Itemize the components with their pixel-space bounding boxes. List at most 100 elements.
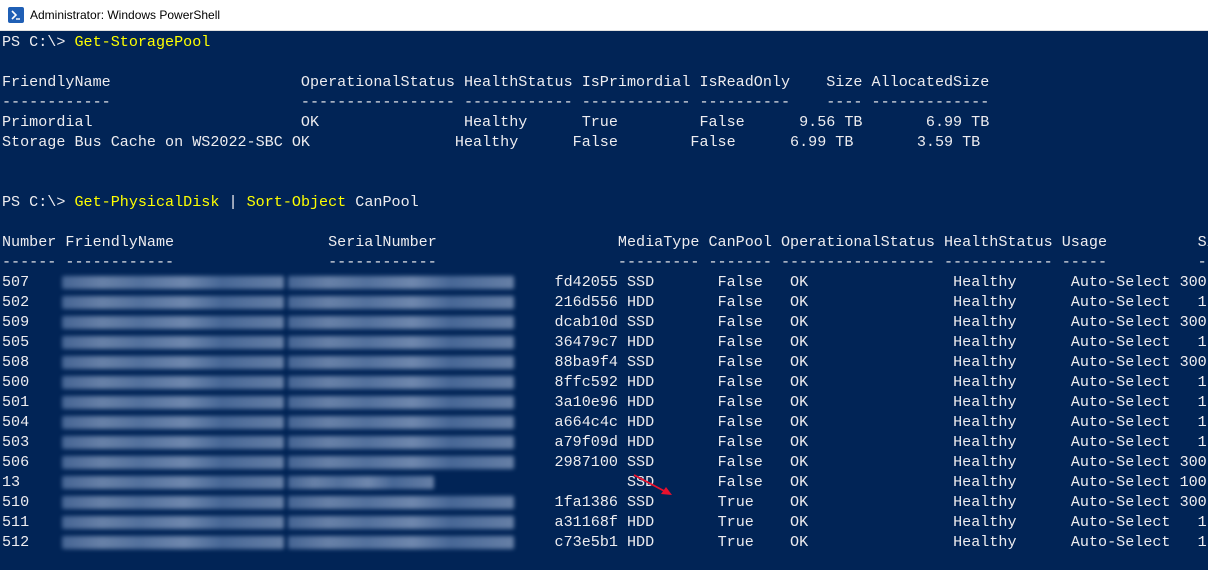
can-pool: True <box>717 493 791 511</box>
redacted-serial-number <box>288 476 434 489</box>
red-arrow-annotation <box>633 474 672 495</box>
operational-status: OK <box>790 453 954 471</box>
size: 300 GB <box>1179 453 1207 471</box>
disk-number: 502 <box>2 293 66 311</box>
usage: Auto-Select <box>1070 433 1180 451</box>
usage: Auto-Select <box>1070 333 1180 351</box>
health-status: Healthy <box>953 453 1071 471</box>
operational-status: OK <box>790 493 954 511</box>
redacted-friendly-name <box>62 496 284 509</box>
can-pool: False <box>717 333 791 351</box>
redacted-serial-number <box>288 436 514 449</box>
health-status: Healthy <box>953 333 1071 351</box>
disk-number: 508 <box>2 353 66 371</box>
redacted-friendly-name <box>62 336 284 349</box>
operational-status: OK <box>790 393 954 411</box>
redacted-friendly-name <box>62 316 284 329</box>
size: 1 TB <box>1197 393 1207 411</box>
redacted-serial-number <box>288 356 514 369</box>
redacted-friendly-name <box>62 476 284 489</box>
media-type: HDD <box>627 413 718 431</box>
redacted-friendly-name <box>62 456 284 469</box>
media-type: HDD <box>627 293 718 311</box>
usage: Auto-Select <box>1070 473 1180 491</box>
health-status: Healthy <box>953 533 1071 551</box>
can-pool: False <box>717 313 791 331</box>
can-pool: False <box>717 433 791 451</box>
size: 1 TB <box>1197 373 1207 391</box>
size: 300 GB <box>1179 353 1207 371</box>
media-type: HDD <box>627 373 718 391</box>
size: 1 TB <box>1197 413 1207 431</box>
powershell-icon <box>8 7 24 23</box>
usage: Auto-Select <box>1070 453 1180 471</box>
prompt-line-1: PS C:\> Get-StoragePool <box>2 32 210 52</box>
disk-number: 501 <box>2 393 66 411</box>
redacted-serial-number <box>288 276 514 289</box>
redacted-friendly-name <box>62 296 284 309</box>
pool-table-row: Primordial OK Healthy True False 9.56 TB… <box>2 113 990 131</box>
can-pool: False <box>717 393 791 411</box>
health-status: Healthy <box>953 273 1071 291</box>
redacted-friendly-name <box>62 416 284 429</box>
can-pool: False <box>717 353 791 371</box>
media-type: HDD <box>627 533 718 551</box>
disk-number: 503 <box>2 433 66 451</box>
operational-status: OK <box>790 513 954 531</box>
size: 100 GB <box>1179 473 1207 491</box>
can-pool: False <box>717 473 791 491</box>
health-status: Healthy <box>953 353 1071 371</box>
redacted-friendly-name <box>62 396 284 409</box>
serial-number-tail: a31168f <box>554 513 618 531</box>
prompt-line-2: PS C:\> Get-PhysicalDisk | Sort-Object C… <box>2 192 419 212</box>
can-pool: True <box>717 513 791 531</box>
health-status: Healthy <box>953 373 1071 391</box>
usage: Auto-Select <box>1070 293 1180 311</box>
operational-status: OK <box>790 433 954 451</box>
serial-number-tail: 88ba9f4 <box>554 353 618 371</box>
redacted-friendly-name <box>62 276 284 289</box>
redacted-serial-number <box>288 376 514 389</box>
redacted-serial-number <box>288 416 514 429</box>
disk-number: 510 <box>2 493 66 511</box>
title-bar[interactable]: Administrator: Windows PowerShell <box>0 0 1208 31</box>
redacted-serial-number <box>288 336 514 349</box>
operational-status: OK <box>790 373 954 391</box>
health-status: Healthy <box>953 433 1071 451</box>
serial-number-tail: a79f09d <box>554 433 618 451</box>
media-type: HDD <box>627 433 718 451</box>
redacted-serial-number <box>288 296 514 309</box>
command-get-storagepool: Get-StoragePool <box>74 33 211 51</box>
size: 1 TB <box>1197 513 1207 531</box>
prompt: PS C:\> <box>2 193 75 211</box>
serial-number-tail: dcab10d <box>554 313 618 331</box>
health-status: Healthy <box>953 413 1071 431</box>
disk-number: 505 <box>2 333 66 351</box>
redacted-serial-number <box>288 536 514 549</box>
pool-table-divider: ------------ ----------------- ---------… <box>2 93 990 111</box>
size: 1 TB <box>1197 333 1207 351</box>
usage: Auto-Select <box>1070 353 1180 371</box>
can-pool: False <box>717 373 791 391</box>
command-sort-object: Sort-Object <box>246 193 347 211</box>
redacted-serial-number <box>288 496 514 509</box>
disk-number: 511 <box>2 513 66 531</box>
disk-number: 13 <box>2 473 66 491</box>
redacted-friendly-name <box>62 356 284 369</box>
redacted-serial-number <box>288 316 514 329</box>
serial-number-tail: 36479c7 <box>554 333 618 351</box>
console-output[interactable]: PS C:\> Get-StoragePool FriendlyName Ope… <box>0 31 1208 570</box>
operational-status: OK <box>790 473 954 491</box>
usage: Auto-Select <box>1070 393 1180 411</box>
health-status: Healthy <box>953 393 1071 411</box>
size: 300 GB <box>1179 313 1207 331</box>
operational-status: OK <box>790 333 954 351</box>
serial-number-tail: 3a10e96 <box>554 393 618 411</box>
media-type: SSD <box>627 273 718 291</box>
operational-status: OK <box>790 353 954 371</box>
media-type: SSD <box>627 353 718 371</box>
health-status: Healthy <box>953 513 1071 531</box>
media-type: HDD <box>627 333 718 351</box>
size: 1 TB <box>1197 293 1207 311</box>
operational-status: OK <box>790 293 954 311</box>
